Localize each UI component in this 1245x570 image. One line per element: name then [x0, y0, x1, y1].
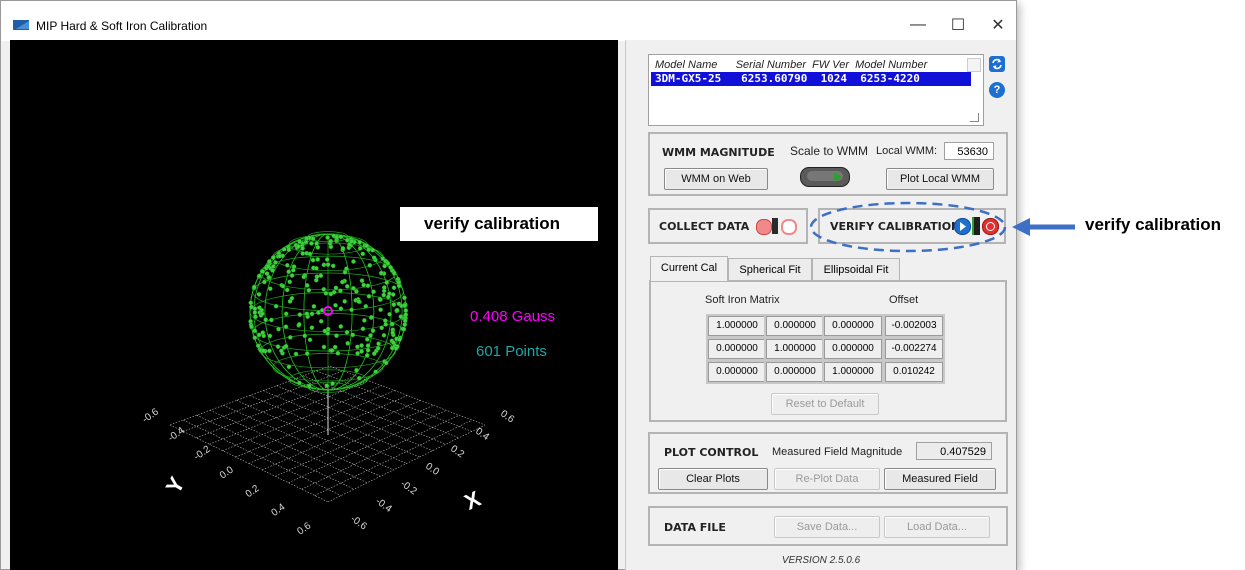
device-list-header: Model Name Serial Number FW Ver Model Nu…: [655, 59, 928, 71]
x-tick-label: 0.2: [448, 443, 466, 460]
verify-calibration-group: VERIFY CALIBRATION: [818, 208, 1006, 244]
y-tick-label: -0.4: [166, 425, 187, 444]
x-tick-label: -0.4: [373, 496, 394, 515]
list-scroll-arrow[interactable]: [967, 58, 981, 72]
wmm-title: WMM MAGNITUDE: [662, 146, 775, 159]
matrix-cell[interactable]: 0.000000: [706, 337, 768, 361]
collect-record-button[interactable]: [756, 219, 772, 235]
matrix-cell[interactable]: 0.000000: [822, 314, 884, 338]
matrix-cell[interactable]: 1.000000: [764, 337, 826, 361]
close-button[interactable]: ✕: [980, 11, 1016, 39]
matrix-cell[interactable]: 1.000000: [706, 314, 768, 338]
verify-divider-icon: [972, 217, 980, 235]
verify-play-button[interactable]: [954, 218, 971, 235]
wmm-group: WMM MAGNITUDE Scale to WMM Local WMM: 53…: [648, 132, 1008, 196]
minimize-button[interactable]: —: [900, 11, 936, 39]
list-resize-grip[interactable]: [970, 113, 979, 122]
plot-local-wmm-button[interactable]: Plot Local WMM: [886, 168, 994, 190]
refresh-button[interactable]: [989, 56, 1005, 72]
tab-spherical-fit[interactable]: Spherical Fit: [728, 258, 812, 281]
title-bar[interactable]: MIP Hard & Soft Iron Calibration — ☐ ✕: [1, 1, 1016, 41]
plot-callout-box: verify calibration: [400, 207, 598, 241]
collect-divider-icon: [772, 218, 778, 234]
refresh-icon: [992, 58, 1002, 70]
plot-callout-label: verify calibration: [424, 214, 561, 233]
tab-current-cal[interactable]: Current Cal: [650, 256, 728, 281]
x-tick-label: 0.4: [473, 426, 491, 443]
x-tick-label: -0.6: [348, 513, 369, 532]
device-list[interactable]: Model Name Serial Number FW Ver Model Nu…: [648, 54, 984, 126]
plot-control-group: PLOT CONTROL Measured Field Magnitude 0.…: [648, 432, 1008, 494]
scale-to-wmm-toggle[interactable]: [800, 167, 850, 187]
offset-label: Offset: [889, 294, 919, 306]
local-wmm-label: Local WMM:: [876, 145, 938, 157]
right-callout-label: verify calibration: [1085, 215, 1222, 234]
scale-to-wmm-label: Scale to WMM: [790, 144, 869, 158]
matrix-cell[interactable]: 0.000000: [706, 360, 768, 384]
magnitude-readout: 0.408 Gauss: [470, 308, 555, 325]
measured-field-button[interactable]: Measured Field: [884, 468, 996, 490]
play-icon: [960, 222, 966, 231]
x-axis-label: X: [461, 486, 485, 515]
offset-cell[interactable]: -0.002274: [883, 337, 945, 361]
soft-iron-matrix-label: Soft Iron Matrix: [705, 294, 780, 306]
y-axis-ticks: -0.6 -0.4 -0.2 0.0 0.2 0.4 0.6: [140, 406, 313, 537]
y-tick-label: 0.2: [244, 483, 262, 500]
re-plot-data-button[interactable]: Re-Plot Data: [774, 468, 880, 490]
help-button[interactable]: ?: [989, 82, 1005, 98]
wmm-on-web-button[interactable]: WMM on Web: [664, 168, 768, 190]
load-data-button[interactable]: Load Data...: [884, 516, 990, 538]
verify-calibration-title: VERIFY CALIBRATION: [830, 220, 961, 233]
y-tick-label: 0.6: [295, 520, 313, 537]
collect-stop-button[interactable]: [781, 219, 797, 235]
reset-to-default-button[interactable]: Reset to Default: [771, 393, 879, 415]
y-axis-label: Y: [161, 472, 190, 497]
collect-data-title: COLLECT DATA: [659, 220, 750, 233]
toggle-arrow-icon: [834, 172, 842, 182]
y-tick-label: -0.6: [140, 406, 161, 425]
matrix-cell[interactable]: 1.000000: [822, 360, 884, 384]
plot-control-title: PLOT CONTROL: [664, 446, 759, 459]
stop-icon: [986, 222, 995, 231]
offset-cell[interactable]: -0.002003: [883, 314, 945, 338]
measured-field-value: 0.407529: [916, 442, 992, 460]
matrix-cell[interactable]: 0.000000: [764, 314, 826, 338]
tab-ellipsoidal-fit[interactable]: Ellipsoidal Fit: [812, 258, 900, 281]
window-title: MIP Hard & Soft Iron Calibration: [36, 19, 208, 33]
data-file-title: DATA FILE: [664, 521, 726, 534]
app-logo-icon: [13, 20, 29, 30]
maximize-button[interactable]: ☐: [940, 11, 976, 39]
x-tick-label: 0.6: [498, 408, 516, 425]
measured-field-label: Measured Field Magnitude: [772, 446, 903, 458]
local-wmm-field[interactable]: 53630: [944, 142, 994, 160]
y-tick-label: -0.2: [192, 444, 213, 463]
clear-plots-button[interactable]: Clear Plots: [658, 468, 768, 490]
help-icon: ?: [993, 84, 1001, 96]
x-tick-label: -0.2: [398, 478, 419, 497]
y-tick-label: 0.0: [218, 464, 236, 481]
verify-stop-button[interactable]: [982, 218, 999, 235]
collect-data-group: COLLECT DATA: [648, 208, 808, 244]
plot-canvas: 0.408 Gauss 601 Points X Y 0.60.40.20.0-…: [140, 231, 555, 537]
device-row[interactable]: 3DM-GX5-25 6253.60790 1024 6253-4220: [651, 72, 971, 86]
3d-plot-view[interactable]: 0.408 Gauss 601 Points X Y 0.6 0.4 0.2 0.0-…: [10, 40, 618, 570]
matrix-cell[interactable]: 0.000000: [822, 337, 884, 361]
x-tick-label: 0.0: [423, 461, 441, 478]
save-data-button[interactable]: Save Data...: [774, 516, 880, 538]
data-file-group: DATA FILE Save Data... Load Data...: [648, 506, 1008, 546]
version-label: VERSION 2.5.0.6: [781, 555, 861, 566]
y-tick-label: 0.4: [270, 502, 288, 519]
points-count: 601 Points: [476, 343, 547, 360]
offset-cell[interactable]: 0.010242: [883, 360, 945, 384]
matrix-cell[interactable]: 0.000000: [764, 360, 826, 384]
current-cal-panel: Soft Iron Matrix Offset 1.000000 0.00000…: [649, 280, 1007, 422]
